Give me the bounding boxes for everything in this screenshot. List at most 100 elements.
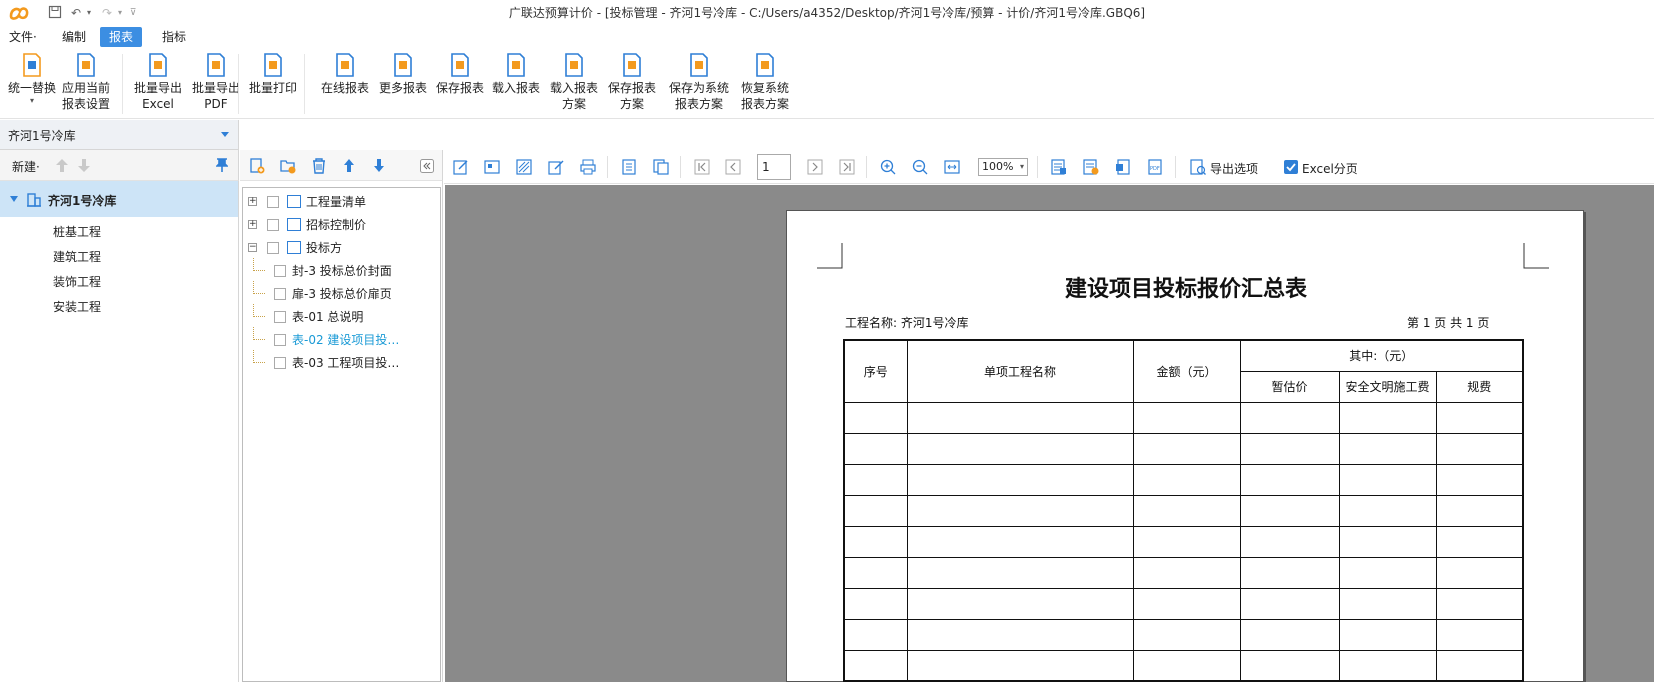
- report-folder-item[interactable]: + 工程量清单: [243, 192, 440, 212]
- ribbon-button-7[interactable]: 更多报表: [375, 52, 431, 96]
- chevron-down-icon[interactable]: [221, 132, 229, 137]
- expand-icon[interactable]: +: [248, 220, 257, 229]
- ribbon-button-9[interactable]: 载入报表: [488, 52, 544, 96]
- tree-item-building[interactable]: 建筑工程: [53, 248, 101, 265]
- table-cell: [1338, 587, 1437, 620]
- tree-item-decoration[interactable]: 装饰工程: [53, 273, 101, 290]
- report-checkbox[interactable]: [274, 288, 286, 300]
- report-title: 建设项目投标报价汇总表: [1064, 276, 1307, 302]
- ribbon-button-8[interactable]: 保存报表: [432, 52, 488, 96]
- move-down-icon[interactable]: [78, 159, 90, 172]
- table-cell: [1338, 463, 1437, 496]
- ribbon-button-label: 应用当前 报表设置: [61, 81, 110, 111]
- report-page: 建设项目投标报价汇总表 工程名称: 齐河1号冷库 第 1 页 共 1 页 序号 …: [786, 210, 1584, 682]
- ribbon-button-2[interactable]: 应用当前 报表设置: [58, 52, 114, 112]
- report-item[interactable]: 表-03 工程项目投…: [243, 350, 440, 373]
- report-checkbox[interactable]: [267, 196, 279, 208]
- report-folder-label: 工程量清单: [306, 195, 367, 209]
- last-page-icon[interactable]: [839, 159, 855, 175]
- table-cell: [1239, 587, 1340, 620]
- header-of-which: 其中:（元）: [1239, 339, 1524, 372]
- print-preview-icon[interactable]: [580, 159, 596, 175]
- single-page-icon[interactable]: [621, 159, 637, 175]
- table-cell: [843, 401, 908, 434]
- fit-width-icon[interactable]: [944, 159, 960, 175]
- new-button[interactable]: 新建·: [12, 158, 40, 175]
- report-checkbox[interactable]: [274, 265, 286, 277]
- report-item[interactable]: 扉-3 投标总价扉页: [243, 281, 440, 304]
- ribbon-button-4[interactable]: 批量导出 PDF: [187, 52, 245, 112]
- ribbon-button-12[interactable]: 保存为系统 报表方案: [666, 52, 732, 112]
- prev-page-icon[interactable]: [725, 159, 741, 175]
- report-checkbox[interactable]: [267, 219, 279, 231]
- report-item[interactable]: 表-01 总说明: [243, 304, 440, 327]
- menu-file[interactable]: 文件·: [0, 27, 46, 47]
- export-excel-sheet-icon[interactable]: [1051, 159, 1067, 175]
- tree-connector: [253, 327, 265, 340]
- table-header-row: 序号 单项工程名称 金额（元） 其中:（元）: [843, 339, 1524, 403]
- edit-icon[interactable]: [453, 159, 469, 175]
- page-number-input[interactable]: 1: [757, 154, 791, 180]
- report-item[interactable]: 表-02 建设项目投…: [243, 327, 440, 350]
- export-pdf-icon[interactable]: PDF: [1147, 159, 1163, 175]
- move-down-icon[interactable]: [373, 159, 385, 172]
- ribbon-button-11[interactable]: 保存报表 方案: [604, 52, 660, 112]
- export-word-icon[interactable]: [1115, 159, 1131, 175]
- summary-table: 序号 单项工程名称 金额（元） 其中:（元） 暂估价 安全文明施工费 规费: [843, 339, 1524, 682]
- svg-text:PDF: PDF: [1150, 166, 1160, 172]
- tree-root-item[interactable]: 齐河1号冷库: [0, 181, 238, 217]
- menu-report[interactable]: 报表: [100, 27, 143, 47]
- table-cell: [843, 525, 908, 558]
- expand-triangle-icon[interactable]: [10, 196, 18, 202]
- pin-icon[interactable]: [216, 158, 228, 172]
- collapse-panel-icon[interactable]: [420, 159, 434, 173]
- table-cell: [1132, 618, 1241, 651]
- expand-icon[interactable]: +: [248, 197, 257, 206]
- excel-paging-checkbox[interactable]: [1284, 160, 1298, 174]
- export-options-button[interactable]: 导出选项: [1210, 160, 1258, 177]
- report-folder-item[interactable]: − 投标方: [243, 238, 440, 258]
- ribbon-button-6[interactable]: 在线报表: [317, 52, 373, 96]
- tree-item-installation[interactable]: 安装工程: [53, 298, 101, 315]
- table-cell: [1435, 649, 1524, 682]
- ribbon-button-label: 载入报表: [491, 81, 540, 95]
- report-checkbox[interactable]: [274, 311, 286, 323]
- move-up-icon[interactable]: [343, 159, 355, 172]
- menu-edit[interactable]: 编制: [53, 27, 95, 47]
- ribbon-button-13[interactable]: 恢复系统 报表方案: [737, 52, 793, 112]
- tree-item-pile[interactable]: 桩基工程: [53, 223, 101, 240]
- ribbon-button-5[interactable]: 批量打印: [245, 52, 301, 96]
- table-cell: [1435, 587, 1524, 620]
- add-folder-icon[interactable]: [280, 158, 296, 174]
- ribbon-button-3[interactable]: 批量导出 Excel: [129, 52, 187, 112]
- report-folder-label: 投标方: [306, 241, 343, 255]
- ribbon-button-10[interactable]: 载入报表 方案: [546, 52, 602, 112]
- table-cell: [906, 587, 1134, 620]
- multi-page-icon[interactable]: [653, 159, 669, 175]
- first-page-icon[interactable]: [694, 159, 710, 175]
- table-cell: [1435, 618, 1524, 651]
- zoom-in-icon[interactable]: [880, 159, 896, 175]
- zoom-out-icon[interactable]: [912, 159, 928, 175]
- ribbon-button-label: 载入报表 方案: [549, 81, 598, 111]
- rename-icon[interactable]: [548, 159, 564, 175]
- next-page-icon[interactable]: [807, 159, 823, 175]
- report-item[interactable]: 封-3 投标总价封面: [243, 258, 440, 281]
- delete-icon[interactable]: [311, 158, 327, 174]
- collapse-icon[interactable]: −: [248, 243, 257, 252]
- design-icon[interactable]: [484, 159, 500, 175]
- window-title: 广联达预算计价 - [投标管理 - 齐河1号冷库 - C:/Users/a435…: [508, 6, 1146, 20]
- move-up-icon[interactable]: [56, 159, 68, 172]
- report-checkbox[interactable]: [274, 334, 286, 346]
- zoom-select[interactable]: 100% ▾: [978, 158, 1028, 176]
- format-icon[interactable]: [516, 159, 532, 175]
- menu-index[interactable]: 指标: [153, 27, 195, 47]
- add-report-icon[interactable]: [249, 158, 265, 174]
- export-excel-batch-icon[interactable]: [1083, 159, 1099, 175]
- report-checkbox[interactable]: [274, 357, 286, 369]
- ribbon-button-1[interactable]: 统一替换 ▾: [4, 52, 60, 106]
- report-folder-item[interactable]: + 招标控制价: [243, 215, 440, 235]
- export-options-icon[interactable]: [1190, 159, 1206, 175]
- report-checkbox[interactable]: [267, 242, 279, 254]
- project-selector[interactable]: 齐河1号冷库: [0, 120, 239, 150]
